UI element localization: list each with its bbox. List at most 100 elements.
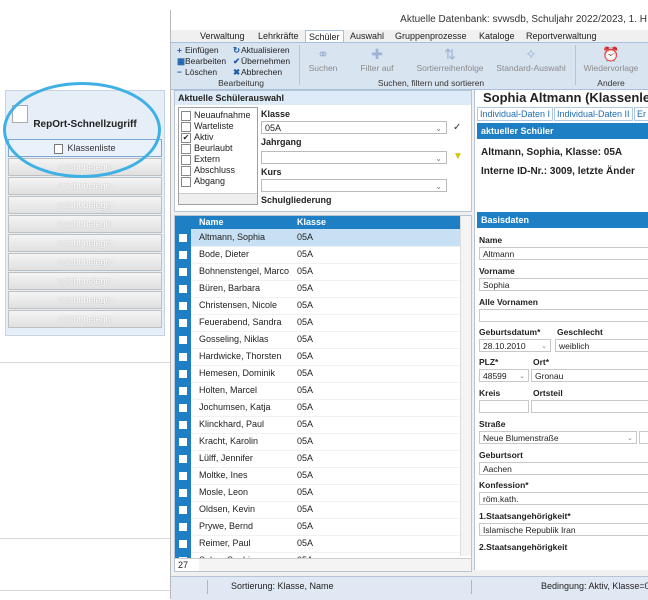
table-row[interactable]: Bode, Dieter 05A bbox=[175, 246, 460, 264]
row-selector[interactable] bbox=[175, 416, 191, 433]
row-selector[interactable] bbox=[175, 280, 191, 297]
alle-vornamen-field[interactable] bbox=[479, 309, 648, 322]
checkbox-checked[interactable]: ✔ bbox=[181, 132, 191, 143]
status-extern[interactable]: Extern bbox=[181, 154, 220, 165]
quick-access-slot-button[interactable]: <nicht belegt> bbox=[8, 291, 162, 309]
geschlecht-select[interactable]: weiblich bbox=[555, 339, 648, 352]
row-selector[interactable] bbox=[175, 348, 191, 365]
table-row[interactable]: Altmann, Sophia 05A bbox=[175, 229, 460, 247]
table-row[interactable]: Moltke, Ines 05A bbox=[175, 467, 460, 485]
klasse-select[interactable]: 05A ⌄ bbox=[261, 121, 447, 134]
row-selector[interactable] bbox=[175, 365, 191, 382]
delete-button[interactable]: − Löschen bbox=[177, 67, 217, 77]
row-selector[interactable] bbox=[175, 433, 191, 450]
status-warteliste[interactable]: Warteliste bbox=[181, 121, 234, 132]
row-selector[interactable] bbox=[175, 467, 191, 484]
status-neuaufnahme[interactable]: Neuaufnahme bbox=[181, 110, 251, 121]
vorname-field[interactable]: Sophia bbox=[479, 278, 648, 291]
table-row[interactable]: Holten, Marcel 05A bbox=[175, 382, 460, 400]
status-beurlaubt[interactable]: Beurlaubt bbox=[181, 143, 233, 154]
geburtsdatum-field[interactable]: 28.10.2010 ⌄ bbox=[479, 339, 551, 352]
menu-kataloge[interactable]: Kataloge bbox=[476, 30, 518, 42]
table-row[interactable]: Reimer, Paul 05A bbox=[175, 535, 460, 553]
menu-reportverwaltung[interactable]: Reportverwaltung bbox=[523, 30, 600, 42]
checkbox[interactable] bbox=[181, 110, 191, 121]
row-selector[interactable] bbox=[175, 501, 191, 518]
checkbox[interactable] bbox=[181, 165, 191, 176]
insert-button[interactable]: + Einfügen bbox=[177, 45, 219, 55]
status-aktiv[interactable]: ✔ Aktiv bbox=[181, 132, 214, 143]
sort-button[interactable]: ⇅ Sortierreihenfolge bbox=[415, 45, 485, 73]
konfession-select[interactable]: röm.kath. bbox=[479, 492, 648, 505]
plz-select[interactable]: 48599 ⌄ bbox=[479, 369, 529, 382]
row-selector[interactable] bbox=[175, 229, 191, 246]
row-selector[interactable] bbox=[175, 263, 191, 280]
kreis-field[interactable] bbox=[479, 400, 529, 413]
table-row[interactable]: Feuerabend, Sandra 05A bbox=[175, 314, 460, 332]
table-row[interactable]: Lülff, Jennifer 05A bbox=[175, 450, 460, 468]
status-abschluss[interactable]: Abschluss bbox=[181, 165, 235, 176]
refresh-button[interactable]: ↻Aktualisieren bbox=[233, 45, 290, 56]
table-row[interactable]: Hemesen, Dominik 05A bbox=[175, 365, 460, 383]
row-selector[interactable] bbox=[175, 246, 191, 263]
quick-access-slot-button[interactable]: <nicht belegt> bbox=[8, 272, 162, 290]
table-row[interactable]: Mosle, Leon 05A bbox=[175, 484, 460, 502]
row-selector[interactable] bbox=[175, 450, 191, 467]
resubmission-button[interactable]: ⏰ Wiedervorlage bbox=[581, 45, 641, 73]
row-selector[interactable] bbox=[175, 399, 191, 416]
name-field[interactable]: Altmann bbox=[479, 247, 648, 260]
edit-button[interactable]: ▦Bearbeiten bbox=[177, 56, 226, 67]
quick-access-slot-button[interactable]: <nicht belegt> bbox=[8, 234, 162, 252]
check-icon[interactable]: ✓ bbox=[453, 122, 461, 133]
column-header-klasse[interactable]: Klasse bbox=[297, 216, 326, 229]
table-row[interactable]: Jochumsen, Katja 05A bbox=[175, 399, 460, 417]
menu-verwaltung[interactable]: Verwaltung bbox=[197, 30, 248, 42]
horizontal-scrollbar[interactable] bbox=[199, 558, 471, 571]
tab-erziehungsberechtigte[interactable]: Er bbox=[634, 107, 648, 121]
table-row[interactable]: Oldsen, Kevin 05A bbox=[175, 501, 460, 519]
menu-auswahl[interactable]: Auswahl bbox=[347, 30, 387, 42]
search-button[interactable]: ⚭ Suchen bbox=[305, 45, 341, 73]
filter-icon[interactable]: ▼ bbox=[453, 151, 463, 162]
table-row[interactable]: Prywe, Bernd 05A bbox=[175, 518, 460, 536]
kurs-select[interactable]: ⌄ bbox=[261, 179, 447, 192]
row-selector[interactable] bbox=[175, 535, 191, 552]
menu-lehrkraefte[interactable]: Lehrkräfte bbox=[255, 30, 302, 42]
row-selector[interactable] bbox=[175, 484, 191, 501]
checkbox[interactable] bbox=[181, 176, 191, 187]
row-selector[interactable] bbox=[175, 382, 191, 399]
table-row[interactable]: Kracht, Karolin 05A bbox=[175, 433, 460, 451]
column-header-name[interactable]: Name bbox=[199, 216, 224, 229]
quick-access-slot-button[interactable]: <nicht belegt> bbox=[8, 310, 162, 328]
checkbox[interactable] bbox=[181, 154, 191, 165]
table-row[interactable]: Bohnenstengel, Marco 05A bbox=[175, 263, 460, 281]
tab-individual-daten-1[interactable]: Individual-Daten I bbox=[477, 107, 554, 121]
checkbox[interactable] bbox=[181, 121, 191, 132]
table-row[interactable]: Klinckhard, Paul 05A bbox=[175, 416, 460, 434]
hausnummer-field[interactable] bbox=[639, 431, 648, 444]
status-abgang[interactable]: Abgang bbox=[181, 176, 225, 187]
ortsteil-field[interactable] bbox=[531, 400, 648, 413]
default-selection-button[interactable]: ✧ Standard-Auswahl bbox=[493, 45, 569, 73]
strasse-select[interactable]: Neue Blumenstraße ⌄ bbox=[479, 431, 637, 444]
quick-access-slot-button[interactable]: <nicht belegt> bbox=[8, 253, 162, 271]
apply-button[interactable]: ✔Übernehmen bbox=[233, 56, 290, 67]
table-row[interactable]: Gosseling, Niklas 05A bbox=[175, 331, 460, 349]
quick-access-slot-button[interactable]: <nicht belegt> bbox=[8, 177, 162, 195]
row-selector[interactable] bbox=[175, 314, 191, 331]
ort-select[interactable]: Gronau bbox=[531, 369, 648, 382]
staatsangehoerigkeit-1-select[interactable]: Islamische Republik Iran bbox=[479, 523, 648, 536]
quick-access-slot-button[interactable]: <nicht belegt> bbox=[8, 196, 162, 214]
vertical-scrollbar[interactable] bbox=[460, 216, 471, 556]
row-selector[interactable] bbox=[175, 331, 191, 348]
quick-access-slot-button[interactable]: <nicht belegt> bbox=[8, 215, 162, 233]
row-selector[interactable] bbox=[175, 297, 191, 314]
tab-individual-daten-2[interactable]: Individual-Daten II bbox=[554, 107, 633, 121]
jahrgang-select[interactable]: ⌄ bbox=[261, 151, 447, 164]
checkbox[interactable] bbox=[181, 143, 191, 154]
geburtsort-field[interactable]: Aachen bbox=[479, 462, 648, 475]
row-selector[interactable] bbox=[175, 518, 191, 535]
table-row[interactable]: Christensen, Nicole 05A bbox=[175, 297, 460, 315]
menu-gruppenprozesse[interactable]: Gruppenprozesse bbox=[392, 30, 470, 42]
table-row[interactable]: Hardwicke, Thorsten 05A bbox=[175, 348, 460, 366]
